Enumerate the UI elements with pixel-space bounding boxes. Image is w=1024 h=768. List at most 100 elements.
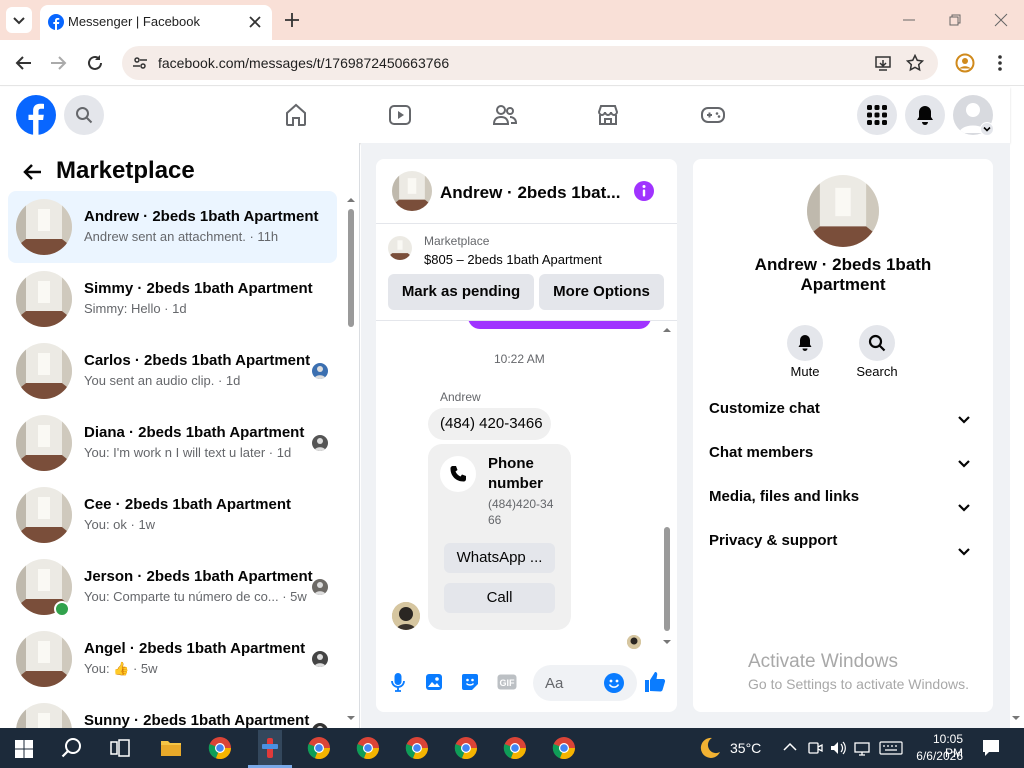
scrollbar-thumb[interactable] xyxy=(664,527,670,631)
video-icon[interactable] xyxy=(388,103,412,127)
meet-now-icon[interactable] xyxy=(807,740,823,756)
conversation-item[interactable]: Simmy · 2beds 1bath Apartment Simmy: Hell… xyxy=(8,263,337,335)
message-input[interactable]: Aa xyxy=(533,665,637,701)
message-bubble[interactable]: (484) 420-3466 xyxy=(428,408,551,440)
conversation-item[interactable]: Andrew · 2beds 1bath Apartment Andrew sen… xyxy=(8,191,337,263)
chrome-icon[interactable] xyxy=(503,736,527,760)
conversation-item[interactable]: Cee · 2beds 1bath Apartment You: ok · 1w xyxy=(8,479,337,551)
window-close-icon[interactable] xyxy=(994,13,1008,27)
whatsapp-button[interactable]: WhatsApp ... xyxy=(444,543,555,573)
info-icon[interactable] xyxy=(634,181,654,201)
menu-button[interactable] xyxy=(857,95,897,135)
info-section-row[interactable]: Chat members xyxy=(709,444,977,484)
bookmark-star-icon[interactable] xyxy=(906,54,924,72)
sticker-icon[interactable] xyxy=(461,673,479,691)
site-info-icon[interactable] xyxy=(132,55,148,71)
info-section-row[interactable]: Privacy & support xyxy=(709,532,977,572)
notification-center-icon[interactable] xyxy=(982,739,1000,757)
forward-arrow-icon[interactable] xyxy=(50,55,68,71)
back-arrow-icon[interactable] xyxy=(22,163,42,181)
marketplace-icon[interactable] xyxy=(596,103,620,127)
microphone-icon[interactable] xyxy=(390,672,406,692)
new-tab-plus-icon[interactable] xyxy=(284,12,300,28)
room-photo xyxy=(16,415,72,471)
chat-avatar[interactable] xyxy=(392,171,432,211)
more-options-button[interactable]: More Options xyxy=(539,274,664,310)
friends-icon[interactable] xyxy=(492,103,518,127)
message-timestamp: 10:22 AM xyxy=(494,352,545,366)
profile-icon[interactable] xyxy=(955,53,975,73)
temperature[interactable]: 35°C xyxy=(730,740,761,756)
chat-scrollbar[interactable] xyxy=(662,325,672,647)
conversation-item[interactable]: Diana · 2beds 1bath Apartment You: I'm wo… xyxy=(8,407,337,479)
mark-as-pending-button[interactable]: Mark as pending xyxy=(388,274,534,310)
clock-date[interactable]: 6/6/2026 xyxy=(915,749,963,763)
info-section-row[interactable]: Media, files and links xyxy=(709,488,977,528)
keyboard-icon[interactable] xyxy=(879,741,903,755)
network-icon[interactable] xyxy=(854,740,870,756)
search-icon[interactable] xyxy=(61,737,83,759)
conversation-name: Angel · 2beds 1bath Apartment xyxy=(84,640,306,657)
url-text: facebook.com/messages/t/1769872450663766 xyxy=(158,55,450,71)
install-app-icon[interactable] xyxy=(874,54,892,72)
chrome-icon[interactable] xyxy=(454,736,478,760)
thumbs-up-icon[interactable] xyxy=(644,671,666,693)
chat-title[interactable]: Andrew · 2beds 1bat... xyxy=(440,183,620,203)
volume-icon[interactable] xyxy=(830,740,846,756)
scrollbar-thumb[interactable] xyxy=(348,209,354,327)
info-section-row[interactable]: Customize chat xyxy=(709,400,977,440)
chrome-icon[interactable] xyxy=(208,736,232,760)
chrome-icon[interactable] xyxy=(356,736,380,760)
minimize-icon[interactable] xyxy=(902,13,916,27)
home-icon[interactable] xyxy=(284,103,308,127)
conversation-thumbnail xyxy=(16,703,72,728)
chrome-icon[interactable] xyxy=(405,736,429,760)
scroll-down-arrow-icon[interactable] xyxy=(662,637,672,647)
search-button[interactable] xyxy=(64,95,104,135)
conversation-info-panel: Andrew · 2beds 1bath Apartment Mute Sear… xyxy=(693,159,993,712)
restore-icon[interactable] xyxy=(948,13,962,27)
page-scroll-down-icon[interactable] xyxy=(1011,713,1021,723)
call-button[interactable]: Call xyxy=(444,583,555,613)
profile-photo[interactable] xyxy=(807,175,879,247)
listing-thumbnail[interactable] xyxy=(388,236,412,260)
conversation-item[interactable]: Angel · 2beds 1bath Apartment You: 👍 · 5w xyxy=(8,623,337,695)
file-explorer-icon[interactable] xyxy=(160,738,182,758)
chrome-icon[interactable] xyxy=(307,736,331,760)
previous-message-bubble[interactable] xyxy=(468,321,651,329)
scroll-up-arrow-icon[interactable] xyxy=(346,195,356,205)
close-icon[interactable] xyxy=(248,15,262,29)
conversation-snippet: You: I'm work n I will text u later · 1d xyxy=(84,445,292,460)
gif-icon[interactable]: GIF xyxy=(497,674,517,690)
room-photo xyxy=(16,487,72,543)
emoji-icon[interactable] xyxy=(604,673,624,693)
browser-menu-icon[interactable] xyxy=(996,53,1004,73)
conversation-item[interactable]: Sunny · 2beds 1bath Apartment xyxy=(8,695,337,728)
sender-avatar[interactable] xyxy=(392,602,420,630)
moon-weather-icon[interactable] xyxy=(698,736,722,760)
scroll-up-arrow-icon[interactable] xyxy=(662,325,672,335)
chevron-up-icon[interactable] xyxy=(783,742,797,752)
listing-title[interactable]: $805 – 2beds 1bath Apartment xyxy=(424,252,602,267)
facebook-logo-icon[interactable] xyxy=(16,95,56,135)
browser-tab-messenger[interactable]: Messenger | Facebook xyxy=(40,5,272,40)
account-menu-badge[interactable] xyxy=(980,122,994,136)
photo-gallery-icon[interactable] xyxy=(425,673,443,691)
scroll-down-arrow-icon[interactable] xyxy=(346,713,356,723)
sidebar-scrollbar[interactable] xyxy=(346,195,356,725)
chrome-icon[interactable] xyxy=(552,736,576,760)
read-receipt-avatar xyxy=(627,635,641,649)
task-view-icon[interactable] xyxy=(110,739,130,757)
gaming-icon[interactable] xyxy=(700,103,726,127)
reload-icon[interactable] xyxy=(86,54,104,72)
tab-search-button[interactable] xyxy=(6,7,32,33)
back-arrow-icon[interactable] xyxy=(14,55,32,71)
pinned-app-icon[interactable] xyxy=(258,736,282,760)
windows-start-icon[interactable] xyxy=(15,740,33,758)
mute-button[interactable] xyxy=(787,325,823,361)
search-in-conversation-button[interactable] xyxy=(859,325,895,361)
conversation-item[interactable]: Jerson · 2beds 1bath Apartment You: Compa… xyxy=(8,551,337,623)
notifications-button[interactable] xyxy=(905,95,945,135)
conversation-item[interactable]: Carlos · 2beds 1bath Apartment You sent a… xyxy=(8,335,337,407)
address-bar[interactable]: facebook.com/messages/t/1769872450663766 xyxy=(122,46,938,80)
